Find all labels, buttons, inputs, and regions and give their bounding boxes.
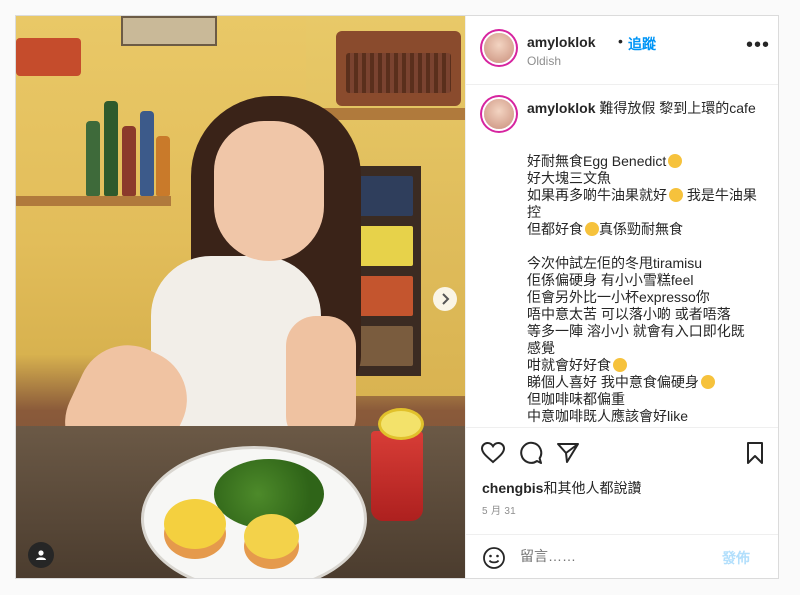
share-icon — [557, 443, 579, 463]
caption-line: 感覺 — [527, 340, 555, 356]
caption-line: 好耐無食Egg Benedict — [527, 153, 757, 170]
caption-line: 如果再多啲牛油果就好 我是牛油果控 — [527, 187, 757, 220]
chevron-right-icon — [442, 293, 450, 305]
bookmark-icon — [747, 442, 763, 464]
share-button[interactable] — [555, 440, 581, 466]
caption-headline-block: amyloklok 難得放假 黎到上環的cafe — [527, 99, 757, 117]
caption-line: 中意咖啡既人應該會好like — [527, 408, 689, 424]
caption-username[interactable]: amyloklok — [527, 100, 595, 116]
grin-emoji-icon — [700, 375, 715, 389]
heart-icon — [481, 442, 505, 464]
post-card: amyloklok • 追蹤 Oldish ••• amyloklok 難得放假… — [15, 15, 779, 579]
photo-shelf-left — [16, 196, 171, 206]
location-link[interactable]: Oldish — [527, 54, 561, 68]
photo-sign — [121, 16, 217, 46]
header-dot: • — [618, 33, 623, 49]
caption-headline: 難得放假 黎到上環的cafe — [599, 100, 756, 116]
photo-radio — [336, 31, 461, 106]
user-tag-button[interactable] — [28, 542, 54, 568]
carousel-next-button[interactable] — [433, 287, 457, 311]
save-button[interactable] — [742, 440, 768, 466]
photo-person-face — [214, 121, 324, 261]
caption-line: 咁就會好好食 — [527, 357, 757, 374]
likes-summary: chengbis和其他人都說讚 — [482, 478, 641, 498]
post-date[interactable]: 5 月 31 — [482, 502, 516, 517]
follow-button[interactable]: 追蹤 — [628, 34, 656, 54]
action-bar — [466, 427, 778, 478]
caption-line: 佢會另外比一小杯expresso你 — [527, 289, 710, 305]
caption-line: 睇個人喜好 我中意食偏硬身 — [527, 374, 757, 391]
post-header: amyloklok • 追蹤 Oldish ••• — [466, 16, 778, 85]
likes-suffix[interactable]: 和其他人都說讚 — [543, 480, 641, 496]
liker-username[interactable]: chengbis — [482, 480, 543, 496]
caption-line: 但都好食 真係勁耐無食 — [527, 221, 683, 237]
comment-input[interactable] — [520, 548, 700, 564]
caption-line: 好大塊三文魚 — [527, 170, 611, 186]
smile-icon[interactable] — [482, 546, 506, 570]
smile-emoji-icon — [613, 358, 627, 372]
caption: amyloklok 難得放假 黎到上環的cafe 好耐無食Egg Benedic… — [466, 85, 778, 425]
photo-bottles — [86, 86, 171, 196]
more-options-button[interactable]: ••• — [746, 34, 770, 57]
post-comment-button[interactable]: 發佈 — [722, 548, 750, 568]
like-button[interactable] — [480, 440, 506, 466]
smile-emoji-icon — [585, 222, 599, 236]
post-photo[interactable] — [16, 16, 465, 578]
photo-sign-cafe — [16, 38, 81, 76]
caption-line: 佢係偏硬身 有小小雪糕feel — [527, 272, 694, 288]
caption-line: 唔中意太苦 可以落小啲 或者唔落 — [527, 306, 731, 322]
comment-icon — [520, 441, 543, 464]
header-username[interactable]: amyloklok — [527, 34, 595, 50]
caption-avatar[interactable] — [484, 99, 514, 129]
avatar[interactable] — [484, 33, 514, 63]
photo-lemon — [378, 408, 424, 440]
post-side-panel: amyloklok • 追蹤 Oldish ••• amyloklok 難得放假… — [465, 16, 778, 578]
photo-plate — [141, 446, 367, 578]
comment-button[interactable] — [518, 440, 544, 466]
caption-body: 好耐無食Egg Benedict 好大塊三文魚 如果再多啲牛油果就好 我是牛油果… — [527, 153, 757, 425]
user-tag-icon — [36, 550, 46, 560]
comment-bar: 發佈 — [466, 534, 778, 578]
caption-line: 今次仲試左佢的冬甩tiramisu — [527, 255, 703, 271]
laugh-emoji-icon — [669, 188, 683, 202]
caption-line — [527, 238, 757, 255]
caption-line: 但咖啡味都偏重 — [527, 391, 625, 407]
caption-line: 等多一陣 溶小小 就會有入口即化既 — [527, 323, 745, 339]
photo-drink — [371, 431, 423, 521]
smile-emoji-icon — [668, 154, 683, 168]
